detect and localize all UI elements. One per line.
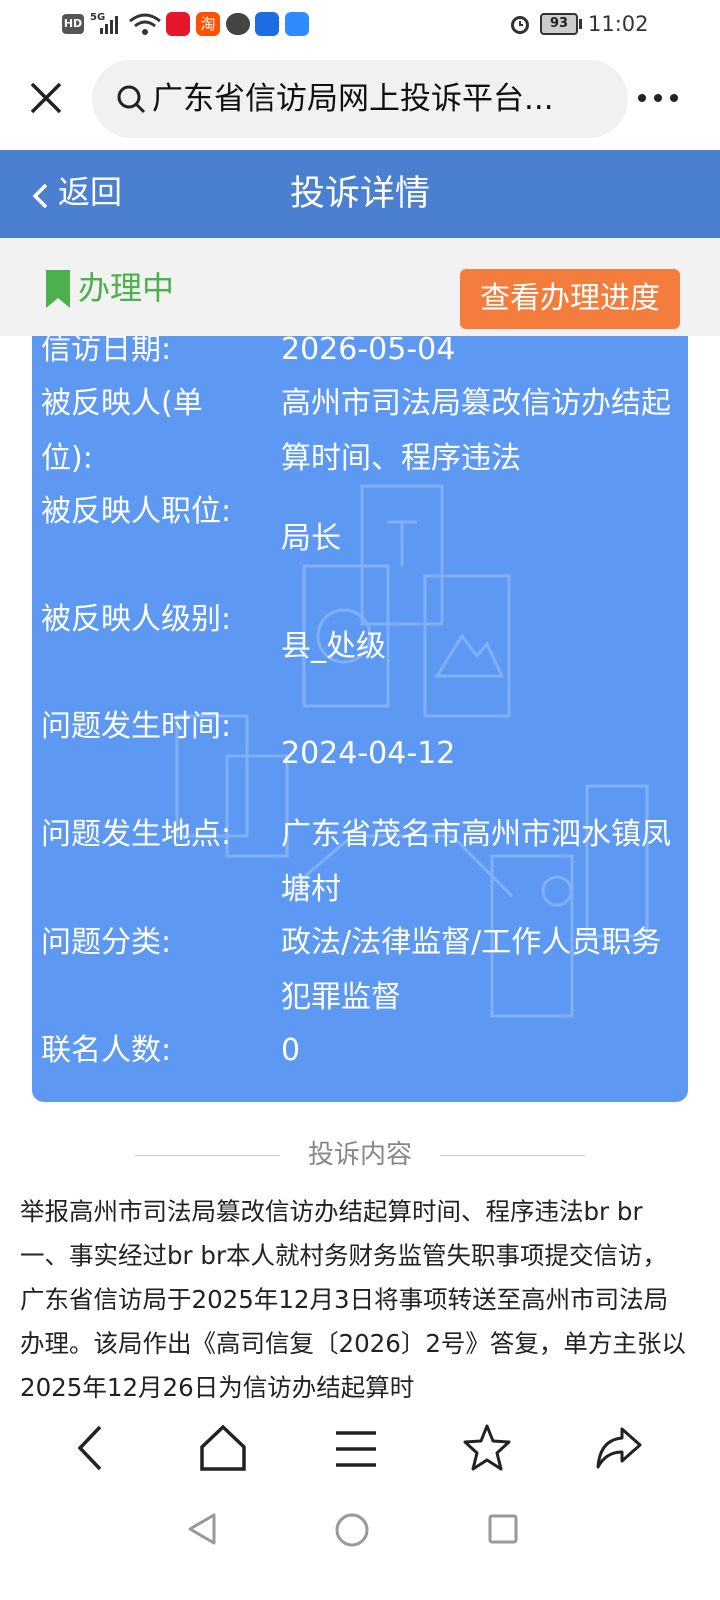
- close-icon[interactable]: [28, 80, 64, 116]
- issue-location-label: 问题发生地点:: [41, 817, 232, 852]
- sys-home-icon[interactable]: [334, 1512, 370, 1548]
- more-icon[interactable]: [636, 90, 680, 106]
- wechat-icon: [226, 13, 250, 35]
- view-progress-button[interactable]: 查看办理进度: [460, 269, 680, 329]
- respondent-level-value: 县_处级: [281, 629, 386, 664]
- date-label: 信访日期:: [41, 336, 172, 367]
- respondent-unit-value: 高州市司法局篡改信访办结起算时间、程序违法: [281, 386, 671, 476]
- home-icon[interactable]: [198, 1423, 248, 1473]
- respondent-position-label: 被反映人职位:: [41, 494, 232, 529]
- hd-badge: HD: [62, 14, 84, 34]
- divider-right: [440, 1155, 585, 1156]
- sys-back-icon[interactable]: [186, 1512, 218, 1546]
- issue-category-value: 政法/法律监督/工作人员职务犯罪监督: [281, 925, 662, 1015]
- issue-time-value: 2024-04-12: [281, 736, 456, 771]
- status-bar: HD 5G 淘 93 11:02: [0, 0, 720, 48]
- section-title: 投诉内容: [307, 1140, 412, 1170]
- search-icon: [117, 85, 146, 114]
- app-icon: [255, 12, 279, 36]
- battery-tip: [579, 19, 582, 29]
- battery-icon: 93: [540, 13, 578, 35]
- taobao-icon: 淘: [196, 12, 220, 36]
- star-icon[interactable]: [462, 1423, 512, 1473]
- browser-bar: 广东省信访局网上投诉平台...: [0, 48, 720, 150]
- co-signer-label: 联名人数:: [41, 1033, 172, 1068]
- detail-card: 信访日期: 2026-05-04 被反映人(单位): 高州市司法局篡改信访办结起…: [32, 336, 688, 1102]
- status-row: 办理中 查看办理进度: [0, 238, 720, 336]
- signal-icon: [100, 16, 118, 34]
- respondent-level-label: 被反映人级别:: [41, 602, 232, 637]
- status-label: 办理中: [78, 269, 175, 307]
- sys-recent-icon[interactable]: [488, 1514, 518, 1544]
- respondent-unit-label: 被反映人(单位):: [41, 386, 203, 476]
- app-header: 返回 投诉详情: [0, 150, 720, 238]
- weibo-icon: [166, 12, 190, 36]
- menu-icon[interactable]: [334, 1429, 378, 1469]
- clock: 11:02: [588, 12, 649, 36]
- complaint-content: 举报高州市司法局篡改信访办结起算时间、程序违法br br一、事实经过br br本…: [20, 1197, 686, 1402]
- back-icon[interactable]: [72, 1423, 108, 1473]
- bookmark-icon: [46, 270, 70, 308]
- share-icon[interactable]: [594, 1425, 644, 1471]
- page-title: 投诉详情: [289, 174, 430, 214]
- issue-location-value: 广东省茂名市高州市泗水镇凤塘村: [281, 817, 671, 907]
- alarm-icon: [511, 16, 529, 34]
- respondent-position-value: 局长: [281, 521, 341, 556]
- date-value: 2026-05-04: [281, 336, 456, 367]
- system-nav-bar: [0, 1500, 720, 1600]
- wifi-icon: [129, 13, 161, 35]
- co-signer-value: 0: [281, 1033, 301, 1068]
- issue-time-label: 问题发生时间:: [41, 709, 232, 744]
- url-title[interactable]: 广东省信访局网上投诉平台...: [152, 76, 612, 122]
- issue-category-label: 问题分类:: [41, 925, 172, 960]
- cloud-icon: [285, 12, 309, 36]
